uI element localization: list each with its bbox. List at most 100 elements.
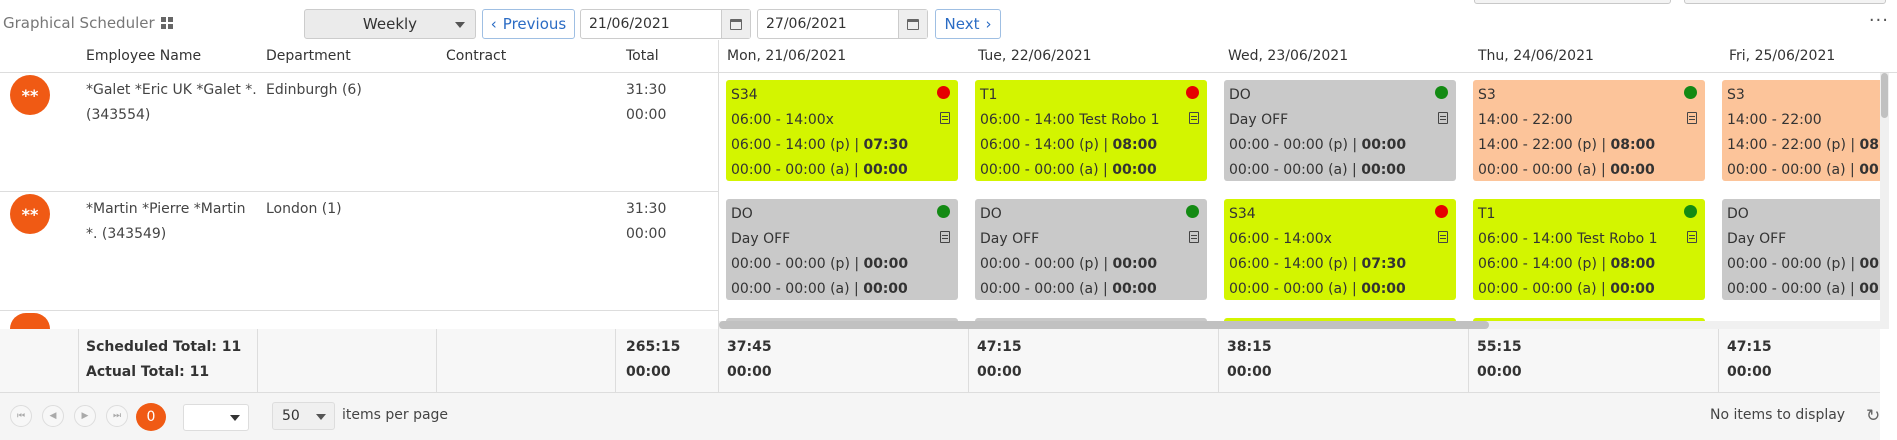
shift-card[interactable]: DO Day OFF 00:00 - 00:00 (p) | 00:00 00:00 … — [726, 199, 958, 300]
shift-time: Day OFF — [731, 231, 791, 247]
shift-actual: 00:00 - 00:00 (a) | 00:00 — [980, 281, 1157, 297]
shift-planned: 00:00 - 00:00 (p) | 00:00 — [731, 256, 909, 272]
start-date-value[interactable]: 21/06/2021 — [581, 16, 721, 32]
horizontal-scrollbar[interactable] — [719, 321, 1880, 329]
document-icon[interactable] — [940, 112, 950, 124]
footer-day-total: 37:45 00:00 — [727, 335, 772, 385]
footer-day-total: 47:15 00:00 — [977, 335, 1022, 385]
document-icon[interactable] — [940, 231, 950, 243]
calendar-icon[interactable] — [721, 10, 750, 38]
pager-status: No items to display — [1710, 407, 1846, 423]
chevron-right-icon: › — [985, 15, 992, 33]
shift-planned: 14:00 - 22:00 (p) | 08:00 — [1478, 137, 1656, 153]
col-employee-name[interactable]: Employee Name — [86, 48, 201, 64]
document-icon[interactable] — [1189, 112, 1199, 124]
top-toolbar-button-1[interactable] — [1474, 0, 1671, 4]
employee-name-line: *Galet *Eric UK *Galet *. — [86, 82, 257, 98]
calendar-icon[interactable] — [898, 10, 927, 38]
document-icon[interactable] — [1438, 231, 1448, 243]
department-cell: London (1) — [266, 201, 342, 217]
next-page-icon[interactable]: ▶ — [74, 405, 96, 427]
footer-total-actual: 00:00 — [626, 364, 671, 380]
shift-card[interactable]: DO Day OFF 00:00 - 00:00 (p) | 00:00 00:00 … — [1224, 80, 1456, 181]
shift-time: 06:00 - 14:00x — [731, 112, 834, 128]
shift-card[interactable]: T1 06:00 - 14:00 Test Robo 1 06:00 - 14:00… — [975, 80, 1207, 181]
status-dot-icon — [937, 86, 950, 99]
first-page-icon[interactable]: ⏮ — [10, 405, 32, 427]
prev-page-icon[interactable]: ◀ — [42, 405, 64, 427]
shift-actual: 00:00 - 00:00 (a) | 00:00 — [1478, 281, 1655, 297]
shift-code: DO — [1727, 206, 1749, 222]
next-button[interactable]: Next › — [935, 9, 1001, 39]
chevron-left-icon: ‹ — [490, 15, 497, 33]
scheduled-total-label: Scheduled Total: 11 — [86, 339, 242, 355]
col-day-tue[interactable]: Tue, 22/06/2021 — [978, 48, 1092, 64]
page-size-value: 50 — [282, 408, 300, 424]
employee-name[interactable]: *Galet *Eric UK *Galet *. (343554) — [86, 78, 258, 128]
shift-time: 14:00 - 22:00 — [1727, 112, 1822, 128]
col-day-thu[interactable]: Thu, 24/06/2021 — [1478, 48, 1594, 64]
vertical-scrollbar[interactable] — [1880, 73, 1889, 329]
page-number-select[interactable] — [183, 404, 249, 431]
shift-card[interactable]: S3 14:00 - 22:00 14:00 - 22:00 (p) | 08:00… — [1722, 80, 1880, 181]
shift-card[interactable]: S34 06:00 - 14:00x 06:00 - 14:00 (p) | 07:… — [1224, 199, 1456, 300]
current-page-button[interactable]: 0 — [136, 403, 166, 431]
shift-planned: 00:00 - 00:00 (p) | 00:00 — [980, 256, 1158, 272]
footer-divider — [1718, 329, 1719, 392]
top-toolbar-button-2[interactable] — [1684, 0, 1886, 4]
col-total[interactable]: Total — [626, 48, 659, 64]
col-department[interactable]: Department — [266, 48, 351, 64]
footer-day-actual: 00:00 — [1727, 364, 1772, 380]
document-icon[interactable] — [1189, 231, 1199, 243]
shift-actual: 00:00 - 00:00 (a) | 00:00 — [731, 281, 908, 297]
grid-icon[interactable] — [160, 17, 173, 29]
last-page-icon[interactable]: ⏭ — [106, 405, 128, 427]
status-dot-icon — [937, 205, 950, 218]
shift-card[interactable]: T1 06:00 - 14:00 Test Robo 1 06:00 - 14:00… — [1473, 199, 1705, 300]
shift-actual: 00:00 - 00:00 (a) | 00:00 — [980, 162, 1157, 178]
footer-divider — [78, 329, 79, 392]
col-day-mon[interactable]: Mon, 21/06/2021 — [727, 48, 846, 64]
shift-time: 14:00 - 22:00 — [1478, 112, 1573, 128]
status-dot-icon — [1435, 86, 1448, 99]
shift-planned: 06:00 - 14:00 (p) | 07:30 — [1229, 256, 1407, 272]
previous-button[interactable]: ‹ Previous — [482, 9, 575, 39]
shift-card[interactable]: DO Day OFF 00:00 - 00:00 (p) | 00:00 00:00 … — [975, 199, 1207, 300]
shift-actual: 00:00 - 00:00 (a) | 00:00 — [1229, 162, 1406, 178]
document-icon[interactable] — [1687, 231, 1697, 243]
end-date-picker[interactable]: 27/06/2021 — [757, 9, 928, 39]
department-cell: Edinburgh (6) — [266, 82, 362, 98]
chevron-down-icon — [316, 414, 326, 420]
shift-actual: 00:00 - 00:00 (a) | 00:00 — [1229, 281, 1406, 297]
page-title: Graphical Scheduler — [3, 14, 173, 32]
page-title-text: Graphical Scheduler — [3, 14, 155, 32]
shift-card[interactable]: S3 14:00 - 22:00 14:00 - 22:00 (p) | 08:00… — [1473, 80, 1705, 181]
footer-day-actual: 00:00 — [977, 364, 1022, 380]
shift-time: Day OFF — [980, 231, 1040, 247]
avatar[interactable]: ** — [10, 75, 50, 115]
col-day-wed[interactable]: Wed, 23/06/2021 — [1228, 48, 1348, 64]
col-day-fri[interactable]: Fri, 25/06/2021 — [1729, 48, 1835, 64]
page-size-select[interactable]: 50 — [272, 402, 335, 430]
status-dot-icon — [1186, 86, 1199, 99]
shift-card[interactable]: DO Day OFF 00:00 - 00:00 (p) | 00:00 00:00 … — [1722, 199, 1880, 300]
vertical-scrollbar-thumb[interactable] — [1881, 73, 1888, 118]
shift-code: S3 — [1727, 87, 1745, 103]
avatar[interactable] — [10, 313, 50, 329]
col-contract[interactable]: Contract — [446, 48, 506, 64]
start-date-picker[interactable]: 21/06/2021 — [580, 9, 751, 39]
status-dot-icon — [1684, 86, 1697, 99]
shift-card[interactable]: S34 06:00 - 14:00x 06:00 - 14:00 (p) | 07:… — [726, 80, 958, 181]
more-options-icon[interactable]: ··· — [1869, 10, 1889, 31]
document-icon[interactable] — [1438, 112, 1448, 124]
end-date-value[interactable]: 27/06/2021 — [758, 16, 898, 32]
shift-actual: 00:00 - 00:00 (a) | 00:00 — [1727, 162, 1880, 178]
avatar[interactable]: ** — [10, 194, 50, 234]
footer-divider — [615, 329, 616, 392]
horizontal-scrollbar-thumb[interactable] — [719, 321, 1489, 329]
document-icon[interactable] — [1687, 112, 1697, 124]
refresh-icon[interactable]: ↻ — [1866, 406, 1880, 426]
view-mode-select[interactable]: Weekly — [304, 9, 476, 39]
employee-id-line: (343554) — [86, 107, 151, 123]
employee-name[interactable]: *Martin *Pierre *Martin *. (343549) — [86, 197, 258, 247]
